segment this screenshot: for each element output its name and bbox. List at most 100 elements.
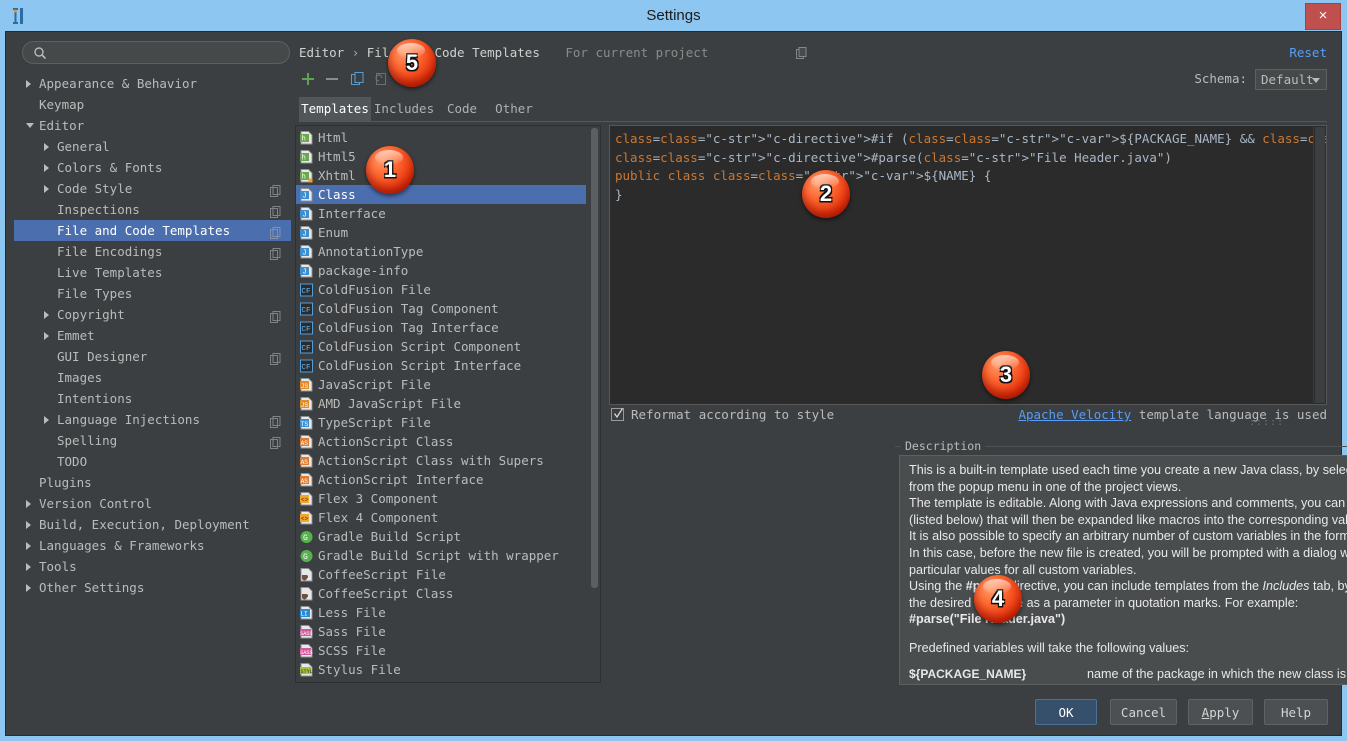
- chevron-right-icon[interactable]: [44, 143, 49, 151]
- template-list-item[interactable]: TSTypeScript File: [296, 413, 586, 432]
- template-list-item[interactable]: CFColdFusion Tag Component: [296, 299, 586, 318]
- sidebar-item-emmet[interactable]: Emmet: [14, 325, 291, 346]
- template-list-item[interactable]: JClass: [296, 185, 586, 204]
- copy-template-button[interactable]: [349, 69, 367, 89]
- template-list-item[interactable]: STYLStylus File: [296, 660, 586, 679]
- chevron-right-icon[interactable]: [26, 500, 31, 508]
- template-list-item[interactable]: hHtml: [296, 128, 586, 147]
- template-code-editor[interactable]: class=class="c-str">"c-directive">#if (c…: [609, 125, 1327, 405]
- close-window-button[interactable]: ×: [1305, 3, 1341, 30]
- reset-link[interactable]: Reset: [1289, 45, 1327, 61]
- chevron-right-icon[interactable]: [26, 542, 31, 550]
- sidebar-item-spelling[interactable]: Spelling: [14, 430, 291, 451]
- template-list-item[interactable]: LILess File: [296, 603, 586, 622]
- chevron-right-icon[interactable]: [44, 164, 49, 172]
- sidebar-item-build-execution-deployment[interactable]: Build, Execution, Deployment: [14, 514, 291, 535]
- sidebar-item-images[interactable]: Images: [14, 367, 291, 388]
- template-list-item[interactable]: GGradle Build Script with wrapper: [296, 546, 586, 565]
- chevron-right-icon[interactable]: [44, 185, 49, 193]
- template-list-item-label: Gradle Build Script: [318, 527, 461, 546]
- sidebar-item-intentions[interactable]: Intentions: [14, 388, 291, 409]
- template-list-item[interactable]: JEnum: [296, 223, 586, 242]
- template-list-item[interactable]: JSAMD JavaScript File: [296, 394, 586, 413]
- chevron-right-icon[interactable]: [26, 563, 31, 571]
- sidebar-item-language-injections[interactable]: Language Injections: [14, 409, 291, 430]
- template-list-item[interactable]: hXhtml: [296, 166, 586, 185]
- cancel-button[interactable]: Cancel: [1110, 699, 1177, 725]
- sidebar-item-plugins[interactable]: Plugins: [14, 472, 291, 493]
- sidebar-item-tools[interactable]: Tools: [14, 556, 291, 577]
- tab-code[interactable]: Code: [437, 97, 487, 121]
- template-list-item[interactable]: SASSSCSS File: [296, 641, 586, 660]
- sidebar-item-code-style[interactable]: Code Style: [14, 178, 291, 199]
- sidebar-item-file-types[interactable]: File Types: [14, 283, 291, 304]
- sidebar-item-keymap[interactable]: Keymap: [14, 94, 291, 115]
- ok-button[interactable]: OK: [1035, 699, 1097, 725]
- template-list-item[interactable]: ASActionScript Class with Supers: [296, 451, 586, 470]
- sidebar-item-other-settings[interactable]: Other Settings: [14, 577, 291, 598]
- template-code-text[interactable]: class=class="c-str">"c-directive">#if (c…: [615, 130, 1314, 204]
- template-list-item[interactable]: Jpackage-info: [296, 261, 586, 280]
- apply-button[interactable]: Apply: [1188, 699, 1253, 725]
- chevron-right-icon[interactable]: [26, 80, 31, 88]
- template-list-item[interactable]: CoffeeScript File: [296, 565, 586, 584]
- sidebar-item-colors-fonts[interactable]: Colors & Fonts: [14, 157, 291, 178]
- sidebar-item-appearance-behavior[interactable]: Appearance & Behavior: [14, 73, 291, 94]
- sidebar-item-file-encodings[interactable]: File Encodings: [14, 241, 291, 262]
- template-list-item[interactable]: CFColdFusion File: [296, 280, 586, 299]
- sidebar-item-todo[interactable]: TODO: [14, 451, 291, 472]
- template-list-item[interactable]: CFColdFusion Tag Interface: [296, 318, 586, 337]
- template-list-item[interactable]: JAnnotationType: [296, 242, 586, 261]
- sidebar-item-gui-designer[interactable]: GUI Designer: [14, 346, 291, 367]
- template-list-item[interactable]: <>Flex 3 Component: [296, 489, 586, 508]
- chevron-right-icon[interactable]: [44, 416, 49, 424]
- sidebar-item-live-templates[interactable]: Live Templates: [14, 262, 291, 283]
- template-list-item[interactable]: <>Flex 4 Component: [296, 508, 586, 527]
- reformat-checkbox[interactable]: [611, 408, 624, 421]
- chevron-right-icon[interactable]: [26, 521, 31, 529]
- tab-other[interactable]: Other: [487, 97, 541, 121]
- actionscript-file-icon: AS: [300, 473, 313, 487]
- template-list-item[interactable]: CFColdFusion Script Interface: [296, 356, 586, 375]
- sidebar-item-editor[interactable]: Editor: [14, 115, 291, 136]
- help-button[interactable]: Help: [1264, 699, 1328, 725]
- template-list-item[interactable]: JInterface: [296, 204, 586, 223]
- schema-select[interactable]: Default: [1255, 69, 1327, 90]
- chevron-right-icon[interactable]: [44, 332, 49, 340]
- breadcrumb-part-editor[interactable]: Editor: [299, 45, 344, 60]
- remove-template-button[interactable]: [323, 69, 341, 89]
- add-template-button[interactable]: [299, 69, 317, 89]
- template-list-scrollbar[interactable]: [590, 127, 599, 683]
- sidebar-item-version-control[interactable]: Version Control: [14, 493, 291, 514]
- apache-velocity-link[interactable]: Apache Velocity: [1018, 407, 1131, 422]
- template-list-item[interactable]: SASSSass File: [296, 622, 586, 641]
- template-list-item[interactable]: GGradle Build Script: [296, 527, 586, 546]
- chevron-right-icon[interactable]: [26, 584, 31, 592]
- search-input[interactable]: [53, 42, 287, 65]
- template-list-panel: hHtmlhHtml5hXhtmlJClassJInterfaceJEnumJA…: [295, 125, 601, 683]
- sidebar-item-copyright[interactable]: Copyright: [14, 304, 291, 325]
- tab-templates[interactable]: Templates: [299, 97, 371, 121]
- editor-scrollbar[interactable]: [1315, 127, 1325, 403]
- template-list-item[interactable]: CFColdFusion Script Component: [296, 337, 586, 356]
- search-box[interactable]: [22, 41, 290, 64]
- chevron-right-icon[interactable]: [44, 311, 49, 319]
- sidebar-item-label: Code Style: [57, 178, 132, 199]
- template-list-item[interactable]: JSJavaScript File: [296, 375, 586, 394]
- reset-template-button[interactable]: [373, 69, 391, 89]
- tab-includes[interactable]: Includes: [371, 97, 437, 121]
- template-list-item[interactable]: hHtml5: [296, 147, 586, 166]
- reformat-checkbox-label[interactable]: Reformat according to style: [631, 407, 834, 423]
- sidebar-item-inspections[interactable]: Inspections: [14, 199, 291, 220]
- sidebar-item-general[interactable]: General: [14, 136, 291, 157]
- sidebar-item-languages-frameworks[interactable]: Languages & Frameworks: [14, 535, 291, 556]
- template-list-item[interactable]: ASActionScript Class: [296, 432, 586, 451]
- description-paragraph: It is also possible to specify an arbitr…: [909, 528, 1347, 578]
- sidebar-item-file-and-code-templates[interactable]: File and Code Templates: [14, 220, 291, 241]
- chevron-down-icon[interactable]: [26, 123, 34, 128]
- template-list-scroll-thumb[interactable]: [591, 128, 598, 588]
- template-list-item[interactable]: ASActionScript Interface: [296, 470, 586, 489]
- sidebar-item-label: File Types: [57, 283, 132, 304]
- template-list-item[interactable]: CoffeeScript Class: [296, 584, 586, 603]
- svg-text:h: h: [302, 174, 306, 182]
